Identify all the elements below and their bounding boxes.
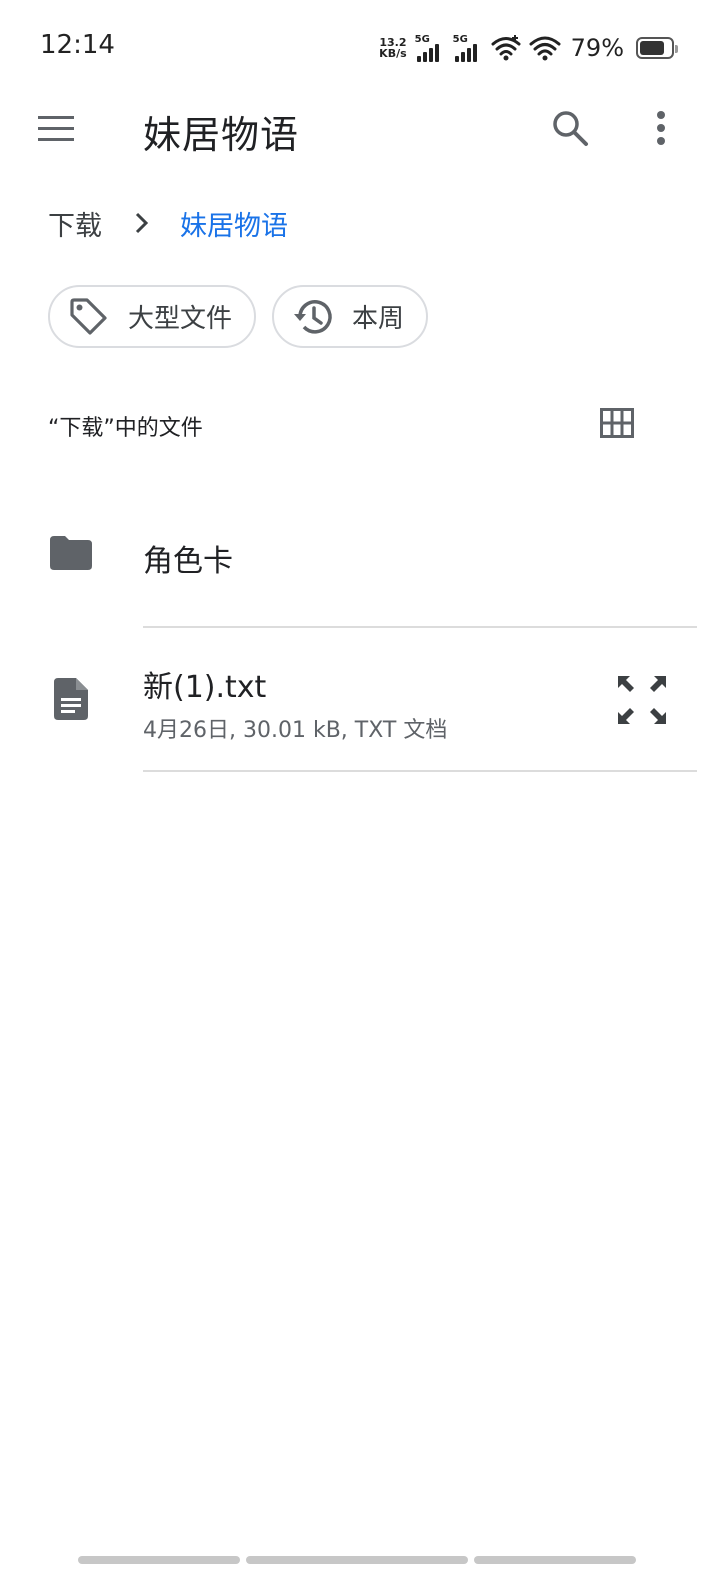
chip-this-week[interactable]: 本周 xyxy=(272,285,429,348)
document-icon xyxy=(54,678,88,724)
chip-this-week-label: 本周 xyxy=(352,304,405,334)
list-item[interactable]: 新(1).txt 4月26日, 30.01 kB, TXT 文档 xyxy=(0,628,720,772)
chip-large-files[interactable]: 大型文件 xyxy=(48,285,257,348)
filter-chips: 大型文件 本周 xyxy=(48,285,429,348)
list-header-label: “下载”中的文件 xyxy=(48,416,203,441)
hamburger-menu-icon[interactable] xyxy=(34,110,78,146)
network-speed-unit: KB/s xyxy=(379,47,407,60)
gesture-navigation-bar[interactable] xyxy=(78,1556,636,1566)
tag-icon xyxy=(68,296,110,338)
breadcrumb-current[interactable]: 妹居物语 xyxy=(180,204,288,243)
battery-icon xyxy=(636,37,678,59)
page-title: 妹居物语 xyxy=(143,113,300,157)
more-vert-icon[interactable] xyxy=(646,106,676,150)
folder-icon xyxy=(50,536,92,574)
grid-view-icon[interactable] xyxy=(600,408,634,438)
status-bar: 12:14 13.2 KB/s 5G 5G 79% xyxy=(0,0,720,96)
row-divider xyxy=(143,770,697,772)
network-speed: 13.2 KB/s xyxy=(379,37,406,59)
files-app-screen: 12:14 13.2 KB/s 5G 5G 79% 妹居物语 下载 妹居物语 大… xyxy=(0,0,720,1584)
breadcrumb-root[interactable]: 下载 xyxy=(48,204,102,243)
file-name: 新(1).txt xyxy=(143,670,267,705)
file-meta: 4月26日, 30.01 kB, TXT 文档 xyxy=(143,718,448,743)
wifi-icon xyxy=(529,35,561,61)
wifi-hotspot-icon xyxy=(491,35,521,61)
status-icons: 13.2 KB/s 5G 5G 79% xyxy=(379,30,678,66)
battery-fill xyxy=(640,41,664,55)
sim1-signal-icon: 5G xyxy=(415,34,445,62)
status-time: 12:14 xyxy=(40,30,115,60)
battery-percentage: 79% xyxy=(570,34,624,62)
list-header: “下载”中的文件 xyxy=(48,408,648,442)
list-item[interactable]: 角色卡 xyxy=(0,500,720,628)
file-name: 角色卡 xyxy=(143,544,233,579)
app-toolbar: 妹居物语 xyxy=(0,96,720,160)
chip-large-files-label: 大型文件 xyxy=(128,304,233,334)
breadcrumb: 下载 妹居物语 xyxy=(48,203,288,243)
chevron-right-icon xyxy=(132,211,152,235)
history-icon xyxy=(292,296,334,338)
expand-icon[interactable] xyxy=(614,672,670,728)
search-icon[interactable] xyxy=(548,106,592,150)
sim2-signal-icon: 5G xyxy=(453,34,483,62)
